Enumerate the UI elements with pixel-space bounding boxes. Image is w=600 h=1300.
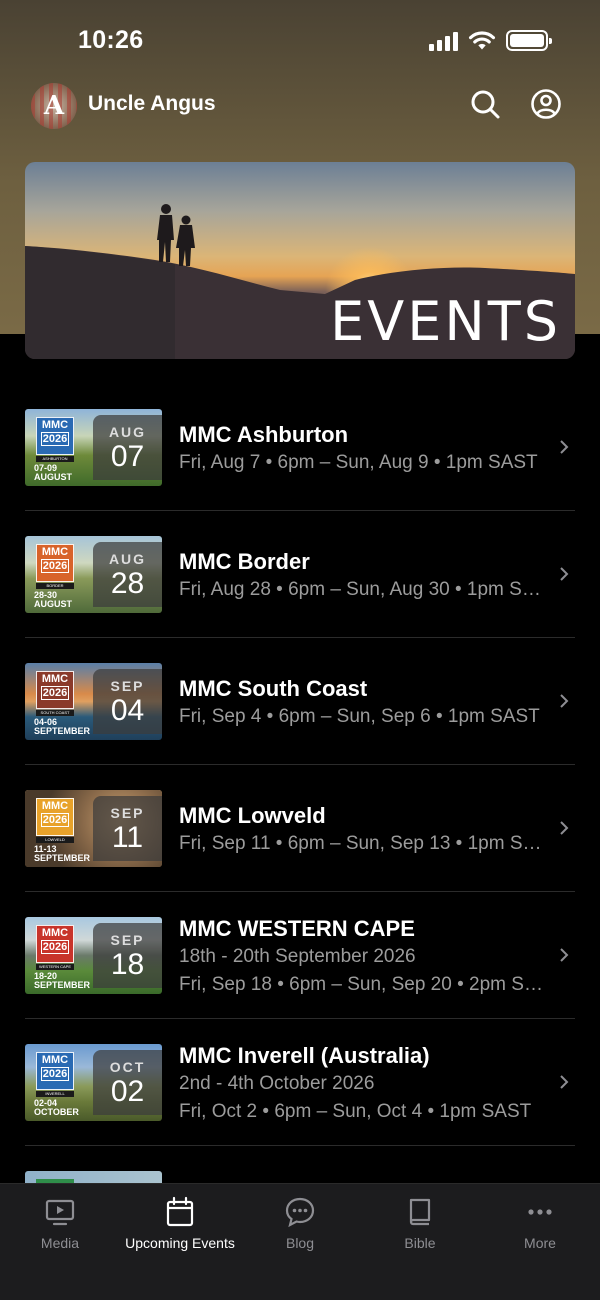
tab-label: Blog bbox=[285, 1235, 315, 1251]
event-logo: MMC 2026 bbox=[36, 925, 74, 963]
event-thumbnail: MMC 2026 INVERELL 02-04 OCTOBER OCT 02 bbox=[25, 1044, 162, 1121]
book-icon bbox=[409, 1198, 431, 1226]
event-schedule: Fri, Oct 2 • 6pm – Sun, Oct 4 • 1pm SAST bbox=[179, 1101, 532, 1122]
event-title: MMC Ashburton bbox=[179, 422, 349, 447]
tab-upcoming-events[interactable]: Upcoming Events bbox=[120, 1196, 240, 1256]
event-title: MMC Inverell (Australia) bbox=[179, 1043, 430, 1068]
date-badge: OCT 02 bbox=[93, 1050, 162, 1115]
chevron-right-icon bbox=[560, 948, 569, 962]
event-schedule: Fri, Aug 28 • 6pm – Sun, Aug 30 • 1pm SA… bbox=[179, 579, 549, 600]
event-list: MMC 2026 ASHBURTON 07-09 AUGUST AUG 07 MM… bbox=[25, 384, 575, 1273]
event-month: SEP bbox=[110, 805, 145, 821]
event-schedule: Fri, Aug 7 • 6pm – Sun, Aug 9 • 1pm SAST bbox=[179, 452, 538, 473]
event-subtitle: 18th - 20th September 2026 bbox=[179, 946, 416, 967]
cellular-signal-icon bbox=[429, 31, 458, 51]
tab-bible[interactable]: Bible bbox=[360, 1196, 480, 1256]
tab-label: Bible bbox=[404, 1235, 436, 1251]
event-thumbnail: MMC 2026 WESTERN CAPE 18-20 SEPTEMBER SEP… bbox=[25, 917, 162, 994]
event-day: 02 bbox=[110, 1075, 145, 1108]
app-header: A Uncle Angus bbox=[0, 80, 600, 136]
date-badge: AUG 07 bbox=[93, 415, 162, 480]
status-bar: 10:26 bbox=[0, 0, 600, 80]
chevron-right-icon bbox=[560, 567, 569, 581]
date-badge: SEP 18 bbox=[93, 923, 162, 988]
media-icon bbox=[45, 1199, 75, 1226]
event-logo: MMC 2026 bbox=[36, 417, 74, 455]
event-month: SEP bbox=[110, 678, 145, 694]
tab-more[interactable]: More bbox=[480, 1196, 600, 1256]
event-month: SEP bbox=[110, 932, 145, 948]
tab-bar: Media Upcoming Events Blog Bible More bbox=[0, 1183, 600, 1300]
event-month: OCT bbox=[109, 1059, 146, 1075]
event-month: AUG bbox=[108, 424, 147, 440]
event-month: AUG bbox=[108, 551, 147, 567]
avatar[interactable]: A bbox=[31, 83, 77, 129]
event-title: MMC South Coast bbox=[179, 676, 368, 701]
account-icon[interactable] bbox=[530, 88, 562, 120]
chevron-right-icon bbox=[560, 821, 569, 835]
event-title: MMC WESTERN CAPE bbox=[179, 916, 415, 941]
event-logo: MMC 2026 bbox=[36, 798, 74, 836]
tab-media[interactable]: Media bbox=[0, 1196, 120, 1256]
event-subtitle: 2nd - 4th October 2026 bbox=[179, 1073, 375, 1094]
date-badge: SEP 04 bbox=[93, 669, 162, 734]
event-row[interactable]: MMC 2026 LOWVELD 11-13 SEPTEMBER SEP 11 M… bbox=[25, 765, 575, 892]
event-schedule: Fri, Sep 18 • 6pm – Sun, Sep 20 • 2pm SA… bbox=[179, 974, 549, 995]
wifi-icon bbox=[469, 31, 495, 50]
battery-icon bbox=[506, 30, 552, 51]
tab-label: More bbox=[524, 1235, 556, 1251]
tab-label: Upcoming Events bbox=[125, 1235, 235, 1251]
app-name[interactable]: Uncle Angus bbox=[88, 92, 216, 116]
status-time: 10:26 bbox=[78, 26, 144, 54]
event-logo: MMC 2026 bbox=[36, 1052, 74, 1090]
tab-label: Media bbox=[40, 1235, 80, 1251]
chevron-right-icon bbox=[560, 440, 569, 454]
search-icon[interactable] bbox=[469, 88, 501, 120]
event-row[interactable]: MMC 2026 WESTERN CAPE 18-20 SEPTEMBER SEP… bbox=[25, 892, 575, 1019]
event-title: MMC Border bbox=[179, 549, 310, 574]
event-thumbnail: MMC 2026 BORDER 28-30 AUGUST AUG 28 bbox=[25, 536, 162, 613]
chat-bubble-icon bbox=[285, 1197, 315, 1228]
chevron-right-icon bbox=[560, 1075, 569, 1089]
event-thumbnail: MMC 2026 LOWVELD 11-13 SEPTEMBER SEP 11 bbox=[25, 790, 162, 867]
event-schedule: Fri, Sep 4 • 6pm – Sun, Sep 6 • 1pm SAST bbox=[179, 706, 540, 727]
more-dots-icon bbox=[528, 1209, 552, 1215]
event-row[interactable]: MMC 2026 ASHBURTON 07-09 AUGUST AUG 07 MM… bbox=[25, 384, 575, 511]
event-title: MMC Lowveld bbox=[179, 803, 326, 828]
date-badge: SEP 11 bbox=[93, 796, 162, 861]
calendar-icon bbox=[166, 1196, 194, 1227]
event-day: 11 bbox=[111, 821, 144, 854]
event-row[interactable]: MMC 2026 BORDER 28-30 AUGUST AUG 28 MMC B… bbox=[25, 511, 575, 638]
event-thumbnail: MMC 2026 SOUTH COAST 04-06 SEPTEMBER SEP … bbox=[25, 663, 162, 740]
avatar-letter: A bbox=[43, 91, 65, 121]
event-logo: MMC 2026 bbox=[36, 671, 74, 709]
events-banner: EVENTS bbox=[25, 162, 575, 359]
event-row[interactable]: MMC 2026 INVERELL 02-04 OCTOBER OCT 02 MM… bbox=[25, 1019, 575, 1146]
event-row[interactable]: MMC 2026 SOUTH COAST 04-06 SEPTEMBER SEP … bbox=[25, 638, 575, 765]
event-schedule: Fri, Sep 11 • 6pm – Sun, Sep 13 • 1pm SA… bbox=[179, 833, 549, 854]
status-icons bbox=[429, 30, 552, 51]
event-day: 07 bbox=[110, 440, 145, 473]
chevron-right-icon bbox=[560, 694, 569, 708]
tab-blog[interactable]: Blog bbox=[240, 1196, 360, 1256]
event-day: 04 bbox=[110, 694, 145, 727]
event-thumbnail: MMC 2026 ASHBURTON 07-09 AUGUST AUG 07 bbox=[25, 409, 162, 486]
event-day: 28 bbox=[110, 567, 145, 600]
date-badge: AUG 28 bbox=[93, 542, 162, 607]
event-day: 18 bbox=[110, 948, 145, 981]
banner-title: EVENTS bbox=[330, 290, 561, 353]
event-logo: MMC 2026 bbox=[36, 544, 74, 582]
